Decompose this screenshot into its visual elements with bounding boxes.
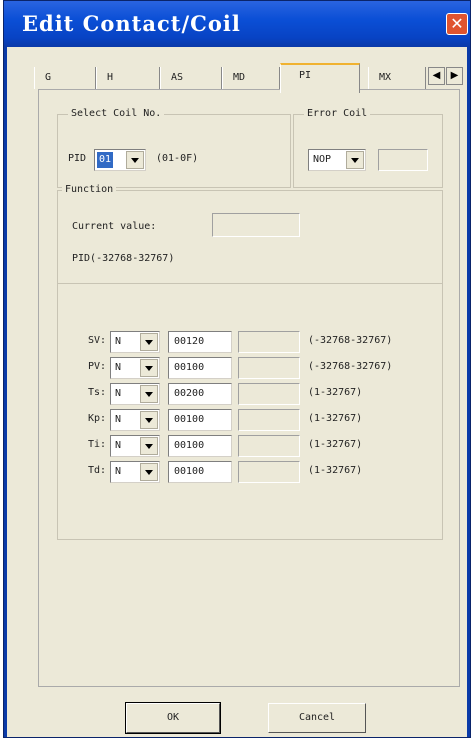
pid-prefix-label: PID	[68, 153, 87, 164]
param-type-value-pv: N	[115, 362, 122, 373]
ok-button[interactable]: OK	[125, 702, 221, 734]
param-type-select-kp[interactable]: N	[110, 409, 160, 431]
error-coil-extra-field	[378, 149, 428, 171]
close-icon[interactable]: ✕	[446, 13, 468, 35]
param-extra-field-td	[238, 461, 300, 483]
cancel-button[interactable]: Cancel	[268, 703, 366, 733]
current-value-field	[212, 213, 300, 237]
param-value-input-ti[interactable]: 00100	[168, 435, 232, 457]
param-value-input-td[interactable]: 00100	[168, 461, 232, 483]
tab-scroll-buttons: ◀ ▶	[428, 67, 464, 85]
param-type-value-kp: N	[115, 414, 122, 425]
param-label-kp: Kp:	[87, 413, 106, 424]
chevron-down-icon[interactable]	[140, 359, 158, 377]
chevron-down-icon[interactable]	[346, 151, 364, 169]
param-row-kp: Kp: N 00100 (1-32767)	[58, 409, 444, 433]
tab-md[interactable]: MD	[222, 67, 280, 89]
param-label-pv: PV:	[87, 361, 106, 372]
error-coil-group-label: Error Coil	[304, 108, 371, 119]
param-type-value-td: N	[115, 466, 122, 477]
window-frame-right	[467, 47, 470, 737]
param-type-select-sv[interactable]: N	[110, 331, 160, 353]
param-value-input-sv[interactable]: 00120	[168, 331, 232, 353]
chevron-down-icon[interactable]	[140, 385, 158, 403]
chevron-down-icon[interactable]	[140, 437, 158, 455]
param-range-kp: (1-32767)	[308, 413, 363, 424]
function-divider	[58, 283, 442, 284]
tab-scroll-right-icon[interactable]: ▶	[446, 67, 463, 85]
param-extra-field-ti	[238, 435, 300, 457]
tab-h[interactable]: H	[96, 67, 160, 89]
error-coil-group: Error Coil NOP	[293, 108, 443, 188]
coil-number-select[interactable]: 01	[94, 149, 146, 171]
param-range-ti: (1-32767)	[308, 439, 363, 450]
param-type-value-sv: N	[115, 336, 122, 347]
param-value-input-ts[interactable]: 00200	[168, 383, 232, 405]
coil-number-range: (01-0F)	[156, 153, 199, 164]
chevron-down-icon[interactable]	[126, 151, 144, 169]
param-type-value-ti: N	[115, 440, 122, 451]
param-extra-field-kp	[238, 409, 300, 431]
param-row-pv: PV: N 00100 (-32768-32767)	[58, 357, 444, 381]
title-bar[interactable]: Edit Contact/Coil ✕	[4, 1, 470, 47]
chevron-down-icon[interactable]	[140, 333, 158, 351]
param-row-td: Td: N 00100 (1-32767)	[58, 461, 444, 485]
coil-number-value: 01	[97, 152, 114, 168]
param-range-sv: (-32768-32767)	[308, 335, 393, 346]
param-range-pv: (-32768-32767)	[308, 361, 393, 372]
chevron-down-icon[interactable]	[140, 411, 158, 429]
select-coil-group-label: Select Coil No.	[68, 108, 165, 119]
chevron-down-icon[interactable]	[140, 463, 158, 481]
param-extra-field-ts	[238, 383, 300, 405]
param-type-select-td[interactable]: N	[110, 461, 160, 483]
error-coil-value: NOP	[313, 154, 332, 165]
tab-mx[interactable]: MX	[368, 67, 426, 89]
tab-g[interactable]: G	[34, 67, 96, 89]
param-range-td: (1-32767)	[308, 465, 363, 476]
current-value-label: Current value:	[72, 221, 157, 232]
param-value-input-pv[interactable]: 00100	[168, 357, 232, 379]
function-group-label: Function	[62, 184, 117, 195]
edit-contact-coil-dialog: Edit Contact/Coil ✕ G H AS MD PI MX ◀ ▶ …	[3, 0, 471, 738]
param-type-select-pv[interactable]: N	[110, 357, 160, 379]
param-type-select-ti[interactable]: N	[110, 435, 160, 457]
error-coil-select[interactable]: NOP	[308, 149, 366, 171]
param-value-input-kp[interactable]: 00100	[168, 409, 232, 431]
function-range-text: PID(-32768-32767)	[72, 253, 175, 264]
param-extra-field-sv	[238, 331, 300, 353]
param-label-ts: Ts:	[87, 387, 106, 398]
window-frame-left	[4, 47, 7, 737]
param-row-ti: Ti: N 00100 (1-32767)	[58, 435, 444, 459]
tab-panel-pi: Select Coil No. PID 01 (01-0F) Error Coi…	[38, 89, 460, 687]
param-row-ts: Ts: N 00200 (1-32767)	[58, 383, 444, 407]
tab-scroll-left-icon[interactable]: ◀	[428, 67, 445, 85]
tab-pi[interactable]: PI	[280, 63, 360, 93]
param-type-value-ts: N	[115, 388, 122, 399]
select-coil-group: Select Coil No. PID 01 (01-0F)	[57, 108, 291, 188]
param-type-select-ts[interactable]: N	[110, 383, 160, 405]
param-label-ti: Ti:	[87, 439, 106, 450]
tab-strip: G H AS MD PI MX ◀ ▶	[34, 63, 464, 93]
param-label-td: Td:	[87, 465, 106, 476]
param-label-sv: SV:	[87, 335, 106, 346]
function-group: Function Current value: PID(-32768-32767…	[57, 184, 444, 540]
tab-as[interactable]: AS	[160, 67, 222, 89]
window-title: Edit Contact/Coil	[22, 11, 241, 36]
param-extra-field-pv	[238, 357, 300, 379]
param-row-sv: SV: N 00120 (-32768-32767)	[58, 331, 444, 355]
param-range-ts: (1-32767)	[308, 387, 363, 398]
